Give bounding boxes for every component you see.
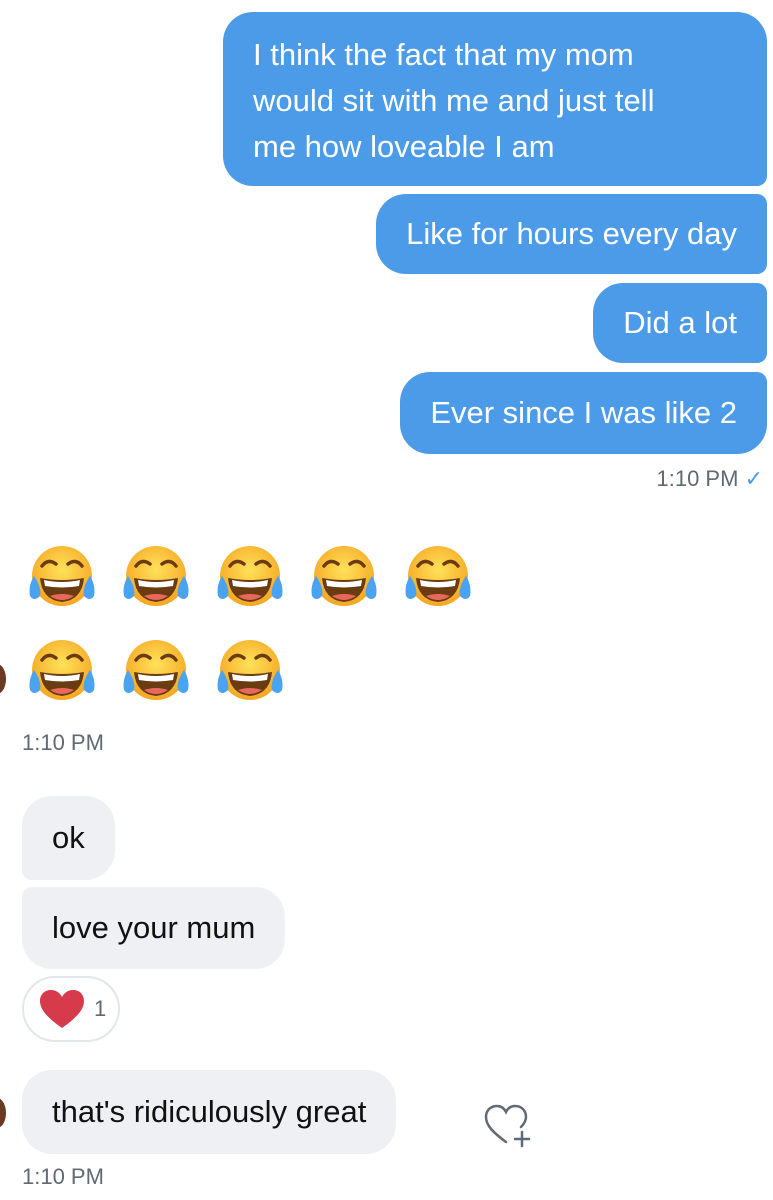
message-line: would sit with me and just tell bbox=[253, 83, 655, 118]
outgoing-message-bubble[interactable]: Like for hours every day bbox=[376, 194, 767, 274]
message-timestamp: 1:10 PM bbox=[22, 730, 104, 755]
emoji-message-row bbox=[26, 542, 474, 614]
message-line: me how loveable I am bbox=[253, 129, 555, 164]
message-text: that's ridiculously great bbox=[52, 1094, 367, 1129]
tears-of-joy-icon bbox=[308, 542, 380, 614]
check-icon: ✓ bbox=[744, 466, 763, 491]
outgoing-message-bubble[interactable]: I think the fact that my mom would sit w… bbox=[223, 12, 767, 186]
outgoing-message-bubble[interactable]: Did a lot bbox=[593, 283, 767, 363]
incoming-message-bubble[interactable]: that's ridiculously great bbox=[22, 1070, 397, 1154]
tears-of-joy-icon bbox=[26, 636, 98, 708]
message-text: ok bbox=[52, 820, 85, 855]
tears-of-joy-icon bbox=[402, 542, 474, 614]
tears-of-joy-icon bbox=[120, 636, 192, 708]
emoji-message-row bbox=[26, 636, 286, 708]
avatar[interactable] bbox=[0, 664, 6, 694]
tears-of-joy-icon bbox=[120, 542, 192, 614]
tears-of-joy-icon bbox=[26, 542, 98, 614]
incoming-message-bubble[interactable]: ok bbox=[22, 796, 115, 880]
add-reaction-icon[interactable] bbox=[482, 1100, 534, 1148]
message-text: Did a lot bbox=[623, 305, 737, 340]
avatar[interactable] bbox=[0, 1098, 6, 1128]
message-timestamp: 1:10 PM bbox=[22, 1164, 104, 1189]
message-text: Ever since I was like 2 bbox=[430, 395, 737, 430]
message-text: Like for hours every day bbox=[406, 216, 737, 251]
tears-of-joy-icon bbox=[214, 636, 286, 708]
tears-of-joy-icon bbox=[214, 542, 286, 614]
outgoing-message-bubble[interactable]: Ever since I was like 2 bbox=[400, 372, 767, 454]
incoming-message-bubble[interactable]: love your mum bbox=[22, 887, 286, 969]
heart-icon bbox=[40, 990, 84, 1028]
reaction-count: 1 bbox=[94, 996, 107, 1021]
message-line: I think the fact that my mom bbox=[253, 37, 634, 72]
message-timestamp: 1:10 PM ✓ bbox=[656, 466, 764, 491]
message-text: love your mum bbox=[52, 910, 256, 945]
reaction-badge[interactable]: 1 bbox=[22, 976, 120, 1042]
